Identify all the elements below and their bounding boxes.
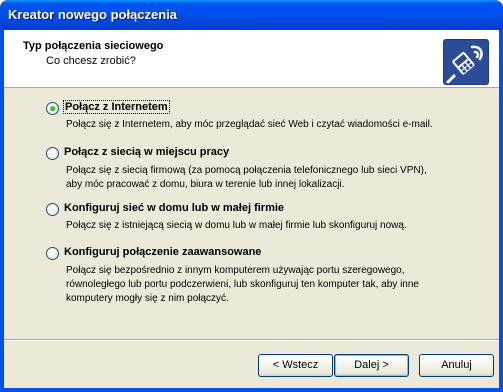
radio-internet[interactable] [46,102,59,115]
option-internet-description: Połącz się z Internetem, aby móc przeglą… [66,118,503,132]
footer-divider-highlight [4,340,499,341]
network-connection-icon [443,39,489,85]
radio-advanced[interactable] [46,247,59,260]
window-title: Kreator nowego połączenia [8,7,178,22]
title-bar[interactable]: Kreator nowego połączenia [0,0,503,30]
page-title: Typ połączenia sieciowego [23,40,164,52]
description-line: aby móc pracować z domu, biura w terenie… [66,179,345,190]
option-advanced-label[interactable]: Konfiguruj połączenie zaawansowane [64,246,261,258]
option-home-network-description: Połącz się z istniejącą siecią w domu lu… [66,219,503,233]
back-button[interactable]: < Wstecz [258,354,333,377]
description-line: Połącz się z istniejącą siecią w domu lu… [66,220,407,231]
radio-workplace[interactable] [46,147,59,160]
option-workplace-label[interactable]: Połącz z siecią w miejscu pracy [64,146,229,158]
description-line: Połącz się z Internetem, aby móc przeglą… [66,119,433,130]
option-internet-label[interactable]: Połącz z Internetem [63,100,170,114]
cancel-button[interactable]: Anuluj [419,354,494,377]
wizard-window: Kreator nowego połączenia Typ połączenia… [0,0,503,392]
radio-home-network[interactable] [46,203,59,216]
wizard-client-area: Typ połączenia sieciowego Co chcesz zrob… [4,30,499,388]
option-advanced-description: Połącz się bezpośrednio z innym komputer… [66,264,503,306]
next-button[interactable]: Dalej > [334,354,409,377]
description-line: Połącz się bezpośrednio z innym komputer… [66,265,405,276]
wizard-header: Typ połączenia sieciowego Co chcesz zrob… [4,30,499,88]
page-subtitle: Co chcesz zrobić? [46,55,136,67]
option-workplace-description: Połącz się z siecią firmową (za pomocą p… [66,164,503,192]
description-line: równoległego lub portu podczerwieni, lub… [66,279,419,290]
option-home-network-label[interactable]: Konfiguruj sieć w domu lub w małej firmi… [64,202,284,214]
description-line: komputery mogły się z nim połączyć. [66,293,229,304]
description-line: Połącz się z siecią firmową (za pomocą p… [66,165,427,176]
